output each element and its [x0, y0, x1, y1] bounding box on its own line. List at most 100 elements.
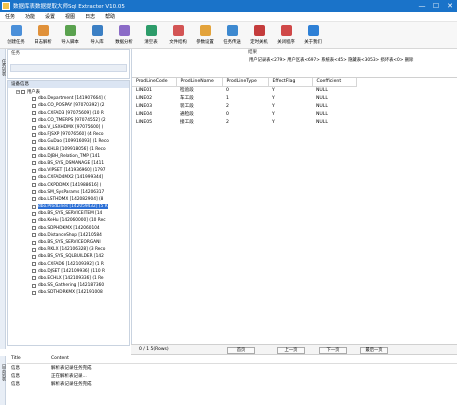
checkbox[interactable] [32, 161, 36, 166]
tree-item[interactable]: dbo.CO_TMERPS [97074552] (2 [8, 117, 129, 124]
tree-item[interactable]: dbo.BS_SYS_SERVICEITEM [14 [8, 210, 129, 217]
checkbox[interactable] [32, 183, 36, 188]
checkbox[interactable] [32, 197, 36, 202]
checkbox[interactable] [32, 254, 36, 259]
tree-item[interactable]: dbo.SDTHDRKMX [142191008 [8, 289, 129, 296]
shutdown-timer-button[interactable]: 定时关机 [246, 22, 272, 48]
checkbox[interactable] [32, 168, 36, 173]
column-header[interactable]: Coefficient [312, 78, 357, 87]
tree-item[interactable]: dbo.DistanceShop [14210584 [8, 232, 129, 239]
menu-help[interactable]: 帮助 [100, 13, 120, 20]
file-structure-button[interactable]: 文件结构 [165, 22, 191, 48]
tree-item[interactable]: dbo.RKLX [142106328] (3 Reco [8, 246, 129, 253]
tree-item[interactable]: dbo.DJSET [142109936] (110 R [8, 268, 129, 275]
tree-item[interactable]: dbo.FJSXP [97076560] (4 Reco [8, 131, 129, 138]
menu-settings[interactable]: 设置 [40, 13, 60, 20]
import-script-button[interactable]: 导入脚本 [57, 22, 83, 48]
tree-item[interactable]: dbo.VIPSET [141936960] (1797 [8, 167, 129, 174]
tree-item[interactable]: dbo.CO_POSPAY [97070392] (2 [8, 102, 129, 109]
checkbox[interactable] [32, 190, 36, 195]
tree-item[interactable]: dbo.ProdLines [142059432] (5 R [8, 203, 129, 210]
table-row[interactable]: LINE03 装工段 2 Y NULL [132, 102, 356, 110]
table-row[interactable]: LINE05 接工段 2 Y NULL [132, 118, 356, 126]
tree-item[interactable]: dbo.DJBH_Relation_TMP [141 [8, 153, 129, 160]
close-program-button[interactable]: 关闭程序 [273, 22, 299, 48]
tree-item[interactable]: dbo.KHLB [109918056] (1 Reco [8, 146, 129, 153]
checkbox[interactable] [32, 269, 36, 274]
maximize-button[interactable]: ☐ [429, 0, 443, 12]
tree-item[interactable]: dbo.GuDao [109916093] (1 Reco [8, 138, 129, 145]
table-row[interactable]: LINE04 通检段 0 Y NULL [132, 110, 356, 118]
collapse-icon[interactable]: − [16, 89, 20, 94]
table-cell: LINE03 [136, 103, 153, 109]
analyze-button[interactable]: 数据分析 [111, 22, 137, 48]
table-row[interactable]: LINE02 车工段 1 Y NULL [132, 94, 356, 102]
tree-item[interactable]: dbo.LSTHDMX [142082904] (8 [8, 196, 129, 203]
checkbox[interactable] [21, 89, 25, 94]
checkbox[interactable] [32, 290, 36, 295]
checkbox[interactable] [32, 240, 36, 245]
menu-task[interactable]: 任务 [0, 13, 20, 20]
checkbox[interactable] [32, 125, 36, 130]
column-header[interactable]: EffectFlag [268, 78, 313, 87]
log-parse-button[interactable]: 日志解析 [30, 22, 56, 48]
table-row[interactable]: LINE01 检验段 0 Y NULL [132, 86, 356, 94]
checkbox[interactable] [32, 247, 36, 252]
tree-item[interactable]: dbo.CXFAD4MX2 [141999344] [8, 174, 129, 181]
tree-item[interactable]: dbo.BS_SYS_SQLBUILDER [142 [8, 253, 129, 260]
settings-button[interactable]: 参数设置 [192, 22, 218, 48]
next-page-button[interactable]: 下一页 [319, 347, 347, 354]
checkbox[interactable] [32, 204, 36, 209]
task-list-tab[interactable]: 任务列表 [0, 59, 6, 89]
close-button[interactable]: ✕ [443, 0, 457, 12]
tree-item[interactable]: dbo.SS_Gathering [142187360 [8, 282, 129, 289]
checkbox[interactable] [32, 175, 36, 180]
column-header[interactable]: ProdLineType [222, 78, 269, 87]
menu-log[interactable]: 日志 [80, 13, 100, 20]
tree-item[interactable]: dbo.CKPDDMX [141988616] ( [8, 181, 129, 188]
checkbox[interactable] [32, 132, 36, 137]
prev-page-button[interactable]: 上一页 [277, 347, 305, 354]
first-page-button[interactable]: 首页 [227, 347, 255, 354]
log-row[interactable]: 信息 解析表记录任务完成 [7, 364, 457, 372]
column-header[interactable]: ProdLineName [176, 78, 223, 87]
checkbox[interactable] [32, 139, 36, 144]
tree-root[interactable]: − 用户表 [8, 88, 129, 95]
menu-view[interactable]: 视图 [60, 13, 80, 20]
new-task-button[interactable]: 创建任务 [3, 22, 29, 48]
tree-item[interactable]: dbo.SDPHDKMX [142060104 [8, 225, 129, 232]
menu-function[interactable]: 功能 [20, 13, 40, 20]
checkbox[interactable] [32, 147, 36, 152]
checkbox[interactable] [32, 262, 36, 267]
tree-item[interactable]: dbo.BS_SYS_DSMANAGE [1411 [8, 160, 129, 167]
checkbox[interactable] [32, 118, 36, 123]
last-page-button[interactable]: 最后一页 [360, 347, 388, 354]
checkbox[interactable] [32, 154, 36, 159]
checkbox[interactable] [32, 233, 36, 238]
clear-table-button[interactable]: 清空表 [138, 22, 164, 48]
tree-item[interactable]: dbo.BS_SYS_SERVICEORGANI [8, 239, 129, 246]
tree-item[interactable]: dbo.CXFAD3 [97075609] (10 R [8, 110, 129, 117]
checkbox[interactable] [32, 226, 36, 231]
tree-item[interactable]: dbo.KeHu [142060000] (10 Rec [8, 217, 129, 224]
log-list-tab[interactable]: 日志列表 [0, 364, 6, 381]
tree-item[interactable]: dbo.V_LSXHDMX [97075600] ( [8, 124, 129, 131]
checkbox[interactable] [32, 103, 36, 108]
tree-item[interactable]: dbo.ECHLX [142109336] (1 Re [8, 275, 129, 282]
log-row[interactable]: 信息 正在解析表记录... [7, 372, 457, 380]
minimize-button[interactable]: — [415, 0, 429, 12]
checkbox[interactable] [32, 283, 36, 288]
task-transfer-button[interactable]: 任务传送 [219, 22, 245, 48]
checkbox[interactable] [32, 96, 36, 101]
tree-item[interactable]: dbo.SM_SysParams [14206317 [8, 189, 129, 196]
checkbox[interactable] [32, 276, 36, 281]
log-row[interactable]: 信息 解析表记录任务完成 [7, 380, 457, 388]
tree-item[interactable]: dbo.Department [141907664] ( [8, 95, 129, 102]
column-header[interactable]: ProdLineCode [132, 78, 177, 87]
about-button[interactable]: 关于我们 [300, 22, 326, 48]
tree-item[interactable]: dbo.CXFAD6 [142109392] (1 R [8, 261, 129, 268]
checkbox[interactable] [32, 211, 36, 216]
import-db-button[interactable]: 导入库 [84, 22, 110, 48]
checkbox[interactable] [32, 111, 36, 116]
checkbox[interactable] [32, 218, 36, 223]
